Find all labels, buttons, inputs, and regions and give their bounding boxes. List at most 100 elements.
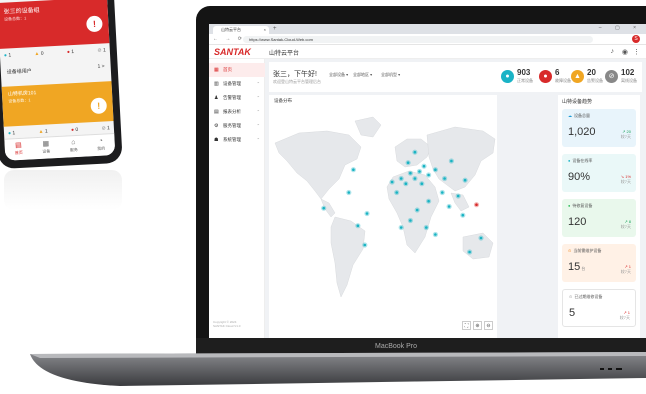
phone-stat-value: 1: [43, 128, 48, 135]
zoom-in-icon[interactable]: ⊕: [473, 321, 482, 330]
device-marker-core: [406, 161, 410, 164]
device-marker-core: [363, 243, 367, 247]
trend-card-icon: ☁: [568, 113, 572, 118]
profile-avatar[interactable]: S: [632, 35, 640, 43]
user-icon[interactable]: ◉: [622, 48, 628, 56]
santak-logo: SANTAK: [214, 47, 251, 57]
fullscreen-icon[interactable]: ⛶: [462, 321, 471, 330]
world-map[interactable]: [269, 95, 497, 338]
sidebar-item-icon: ☗: [214, 137, 219, 143]
warn-card-title: 山特机房101: [7, 90, 37, 98]
trend-change-sub: 较7天: [619, 315, 630, 320]
phone-tab[interactable]: ◔ 我的: [87, 134, 116, 156]
trend-card[interactable]: ● 待修复设备 120 ↗ 8 较7天: [562, 199, 636, 237]
sidebar-item[interactable]: ▦ 首页: [209, 63, 265, 77]
chevron-right-icon: >: [101, 63, 105, 70]
bell-icon[interactable]: ♪: [611, 48, 615, 55]
alarm-card-subtitle: 设备总数：1: [3, 15, 27, 22]
device-marker-core: [404, 182, 408, 185]
trend-card-value: 5: [569, 307, 576, 319]
phone-stat-value: 1: [105, 125, 111, 132]
window-controls[interactable]: – ▢ ×: [599, 25, 642, 31]
sidebar-item-icon: ⚙: [214, 123, 219, 129]
trend-card[interactable]: ● 设备在线率 90% ↘ 1% 较7天: [562, 154, 636, 192]
phone-stat: ● 1: [67, 49, 75, 55]
sidebar-item[interactable]: ▤ 报表分析 ⌃: [209, 105, 265, 119]
device-marker-core: [399, 177, 403, 180]
trend-card-label: ⊙ 已过期维修设备: [569, 294, 602, 300]
sidebar-item-label: 服务管理: [223, 123, 241, 128]
filter-region[interactable]: 全部地区 ▾: [353, 72, 372, 78]
phone-warning-card[interactable]: 山特机房101 设备总数：1 !: [1, 81, 114, 127]
device-marker-core: [352, 168, 355, 171]
phone-stat-value: 1: [6, 52, 12, 59]
phone-alarm-card[interactable]: 张三的设备组 设备总数：1 !: [0, 0, 110, 49]
phone-stat: ▲ 1: [38, 129, 47, 135]
sidebar-item[interactable]: ⚙ 服务管理 ⌃: [209, 119, 265, 133]
device-marker-core: [418, 170, 421, 173]
device-marker-core: [356, 224, 360, 227]
sidebar-footer: Copyright © 2024 SANTAK Cloud V1.0: [213, 320, 240, 328]
south-america-shape: [330, 216, 366, 298]
url-input[interactable]: https://www.Santak-Cloud-Web.com: [243, 36, 593, 43]
trend-card-label-text: 设备总量: [574, 113, 590, 118]
device-marker-core: [425, 226, 428, 229]
browser-tab[interactable]: 山特云平台 ×: [213, 26, 269, 34]
trend-card-label-text: 当前需维护设备: [573, 248, 602, 253]
new-tab-icon[interactable]: +: [273, 26, 277, 32]
greeting-title: 张三，下午好!: [273, 71, 317, 78]
trend-card-icon: ⊙: [568, 248, 572, 253]
laptop-screen: 山特云平台 × + – ▢ × ← → ⟳ https://www.Santak…: [209, 24, 646, 338]
trend-card-icon: ●: [568, 158, 571, 163]
chevron-down-icon: ⌃: [256, 109, 260, 114]
sidebar-item[interactable]: ☗ 系统管理 ⌃: [209, 133, 265, 147]
sidebar-item[interactable]: ♟ 告警管理 ⌃: [209, 91, 265, 105]
sidebar-item[interactable]: ▥ 设备管理 ⌃: [209, 77, 265, 91]
sidebar-item-icon: ▦: [214, 67, 219, 73]
australia-shape: [462, 232, 494, 260]
greeting-bar: 张三，下午好! 欢迎登山特云平台管理后台 全部设备 ▾ 全部地区 ▾ 全部机型 …: [269, 62, 642, 92]
phone-stat-value: 0: [73, 126, 79, 134]
device-marker-core: [434, 233, 437, 236]
nav-buttons[interactable]: ← → ⟳: [213, 36, 245, 42]
close-tab-icon[interactable]: ×: [264, 26, 266, 34]
phone-tab[interactable]: ▦ 设备: [32, 137, 61, 159]
phone-group-row[interactable]: 设备组用户 1 >: [7, 63, 105, 75]
more-icon[interactable]: ⋮: [633, 48, 640, 56]
filter-model[interactable]: 全部机型 ▾: [381, 72, 400, 78]
device-marker-core: [322, 206, 325, 210]
kpi-label: 离线设备: [621, 78, 637, 83]
device-marker-core: [422, 164, 426, 168]
trend-card[interactable]: ⊙ 已过期维修设备 5 ↗ 1 较7天: [562, 289, 636, 327]
filter-devices[interactable]: 全部设备 ▾: [329, 72, 348, 78]
kpi-label: 故障设备: [555, 78, 571, 83]
device-marker-core: [443, 177, 446, 180]
greenland-shape: [354, 116, 382, 138]
phone-tab-label: 首页: [14, 149, 23, 156]
sidebar-item-label: 报表分析: [223, 109, 241, 114]
trend-card[interactable]: ⊙ 当前需维护设备 15 台 ↗ 1 较7天: [562, 244, 636, 282]
phone-tab-label: 服务: [69, 146, 78, 153]
warn-card-subtitle: 设备总数：1: [8, 97, 31, 104]
phone-tab[interactable]: ⌂ 服务: [59, 135, 88, 157]
trend-card[interactable]: ☁ 设备总量 1,020 ↗ 20 较7天: [562, 109, 636, 147]
trend-change-sub: 较7天: [620, 269, 631, 274]
device-marker-core: [365, 212, 369, 215]
zoom-out-icon[interactable]: ⊖: [484, 321, 493, 330]
app-title: 山特云平台: [269, 51, 300, 57]
kpi-label: 告警设备: [587, 78, 603, 83]
phone-tab-bar: ▤ 首页 ▦ 设备 ⌂ 服务 ◔ 我的: [4, 133, 116, 161]
africa-shape: [386, 170, 440, 254]
chevron-down-icon: ⌃: [256, 123, 260, 128]
trend-card-label: ● 待修复设备: [568, 203, 592, 209]
group-row-label: 设备组用户: [6, 68, 32, 76]
sidebar-item-label: 告警管理: [223, 95, 241, 100]
continents: [274, 116, 496, 298]
phone-stats-row: ● 1 ▲ 0 ● 1 ⊘ 1: [4, 47, 106, 58]
trend-card-change: ↘ 1% 较7天: [621, 174, 631, 184]
trend-card-label-text: 已过期维修设备: [574, 294, 603, 299]
laptop-brand-label: MacBook Pro: [375, 343, 418, 350]
phone-tab[interactable]: ▤ 首页: [4, 138, 33, 160]
device-marker-core: [441, 191, 444, 194]
trend-card-icon: ⊙: [569, 294, 573, 299]
